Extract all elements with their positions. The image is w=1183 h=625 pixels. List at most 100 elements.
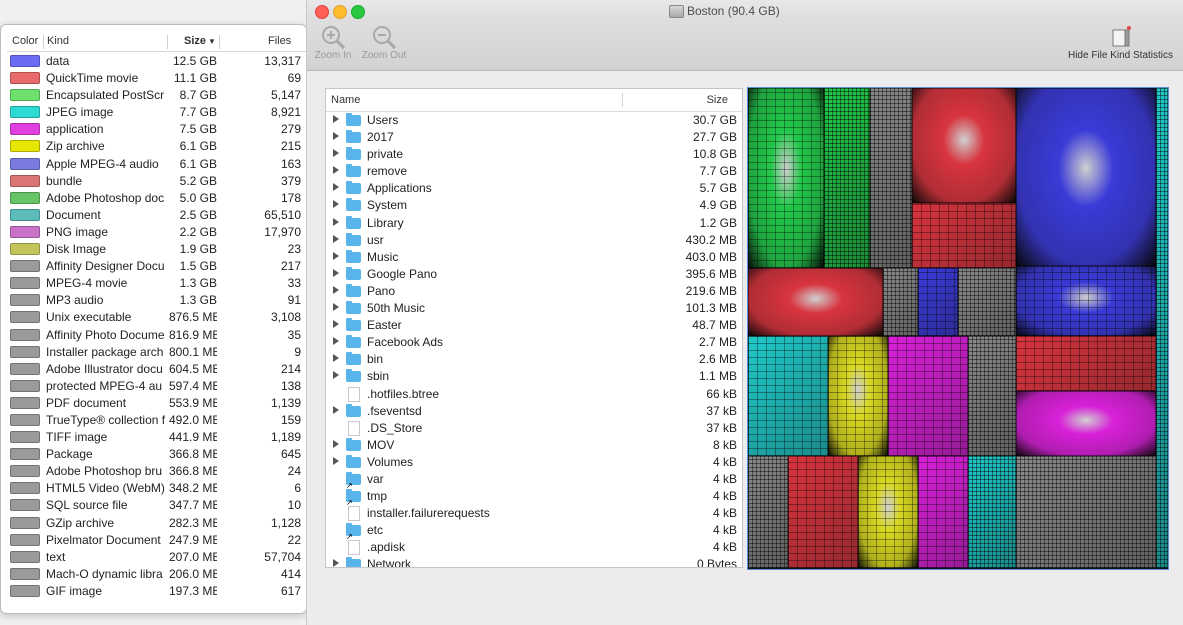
kind-color-swatch[interactable] [10,413,40,426]
treemap-block[interactable] [870,88,912,268]
disclosure-triangle-icon[interactable] [333,285,339,294]
disclosure-triangle-icon[interactable] [333,405,339,414]
treemap-block[interactable] [1016,456,1156,568]
kind-color-swatch[interactable] [10,89,40,102]
kind-color-swatch[interactable] [10,379,40,392]
kind-color-swatch[interactable] [10,431,40,444]
disclosure-triangle-icon[interactable] [333,559,339,567]
kind-color-swatch[interactable] [10,140,40,153]
kind-color-swatch[interactable] [10,55,40,67]
minimize-window-button[interactable] [333,5,347,19]
treemap-block[interactable] [958,268,1016,336]
kind-color-swatch[interactable] [10,465,40,478]
treemap-block[interactable] [1016,391,1156,456]
file-row[interactable]: .hotfiles.btree 66 kB [326,386,742,403]
hide-file-kind-statistics-button[interactable]: Hide File Kind Statistics [1063,22,1178,61]
disclosure-triangle-icon[interactable] [333,115,339,123]
zoom-out-button[interactable]: Zoom Out [359,22,409,61]
treemap-block[interactable] [748,268,883,336]
kind-row[interactable]: SQL source file 347.7 MB 10 [7,497,306,514]
kind-row[interactable]: GIF image 197.3 MB 617 [7,583,306,600]
treemap-block[interactable] [918,456,968,568]
kind-row[interactable]: JPEG image 7.7 GB 8,921 [7,104,306,121]
kind-row[interactable]: application 7.5 GB 279 [7,121,306,138]
kind-row[interactable]: data 12.5 GB 13,317 [7,53,306,70]
treemap-block[interactable] [1016,336,1156,391]
kind-color-swatch[interactable] [10,345,40,358]
disclosure-triangle-icon[interactable] [333,200,339,209]
kind-row[interactable]: TrueType® collection f 492.0 MB 159 [7,412,306,429]
kind-row[interactable]: Disk Image 1.9 GB 23 [7,241,306,258]
treemap-block[interactable] [883,268,918,336]
kind-row[interactable]: MPEG-4 movie 1.3 GB 33 [7,275,306,292]
kind-color-swatch[interactable] [10,243,40,256]
kind-color-swatch[interactable] [10,567,40,580]
column-header-color[interactable]: Color [12,35,38,47]
kind-row[interactable]: bundle 5.2 GB 379 [7,173,306,190]
disclosure-triangle-icon[interactable] [333,166,339,175]
file-row[interactable]: Facebook Ads 2.7 MB [326,334,742,351]
kind-row[interactable]: Zip archive 6.1 GB 215 [7,138,306,155]
kind-color-swatch[interactable] [10,311,40,324]
file-row[interactable]: .apdisk 4 kB [326,539,742,556]
column-header-size[interactable]: Size ▼ [184,35,216,47]
treemap-block[interactable] [748,336,828,456]
kind-color-swatch[interactable] [10,482,40,495]
kind-color-swatch[interactable] [10,225,40,238]
kind-color-swatch[interactable] [10,294,40,307]
treemap-block[interactable] [912,203,1016,268]
kind-color-swatch[interactable] [10,174,40,187]
kind-color-swatch[interactable] [10,533,40,546]
file-row[interactable]: private 10.8 GB [326,146,742,163]
kind-color-swatch[interactable] [10,396,40,409]
file-row[interactable]: usr 430.2 MB [326,232,742,249]
disclosure-triangle-icon[interactable] [333,183,339,192]
kind-row[interactable]: protected MPEG-4 au 597.4 MB 138 [7,378,306,395]
disclosure-triangle-icon[interactable] [333,337,339,346]
kind-color-swatch[interactable] [10,516,40,529]
file-row[interactable]: remove 7.7 GB [326,163,742,180]
file-row[interactable]: .fseventsd 37 kB [326,403,742,420]
treemap-block[interactable] [918,268,958,336]
disclosure-triangle-icon[interactable] [333,251,339,260]
kind-row[interactable]: Adobe Photoshop bru 366.8 MB 24 [7,463,306,480]
kind-row[interactable]: MP3 audio 1.3 GB 91 [7,292,306,309]
title-bar[interactable]: Boston (90.4 GB) [307,0,1183,22]
file-row[interactable]: MOV 8 kB [326,437,742,454]
treemap-block[interactable] [912,88,1016,203]
disclosure-triangle-icon[interactable] [333,149,339,158]
file-row[interactable]: Volumes 4 kB [326,454,742,471]
treemap-block[interactable] [788,456,858,568]
file-row[interactable]: ↗ etc 4 kB [326,522,742,541]
kind-row[interactable]: Document 2.5 GB 65,510 [7,207,306,224]
kind-color-swatch[interactable] [10,72,40,85]
file-row[interactable]: 2017 27.7 GB [326,129,742,146]
kind-row[interactable]: Pixelmator Document 247.9 MB 22 [7,532,306,549]
file-row[interactable]: sbin 1.1 MB [326,368,742,385]
file-row[interactable]: bin 2.6 MB [326,351,742,368]
disclosure-triangle-icon[interactable] [333,234,339,243]
kind-row[interactable]: Unix executable 876.5 MB 3,108 [7,309,306,326]
column-header-files[interactable]: Files [268,35,291,47]
treemap-block[interactable] [748,456,788,568]
column-header-size[interactable]: Size [707,94,728,106]
disclosure-triangle-icon[interactable] [333,439,339,448]
disclosure-triangle-icon[interactable] [333,320,339,329]
file-row[interactable]: Easter 48.7 MB [326,317,742,334]
kind-row[interactable]: HTML5 Video (WebM) 348.2 MB 6 [7,480,306,497]
disclosure-triangle-icon[interactable] [333,132,339,141]
treemap-block[interactable] [828,336,888,456]
disclosure-triangle-icon[interactable] [333,456,339,465]
file-row[interactable]: Music 403.0 MB [326,249,742,266]
kind-color-swatch[interactable] [10,106,40,119]
disclosure-triangle-icon[interactable] [333,303,339,312]
close-window-button[interactable] [315,5,329,19]
file-row[interactable]: Network 0 Bytes [326,556,742,567]
kind-row[interactable]: Affinity Photo Docume 816.9 MB 35 [7,327,306,344]
treemap-block[interactable] [858,456,918,568]
treemap-block[interactable] [1016,266,1156,336]
kind-row[interactable]: QuickTime movie 11.1 GB 69 [7,70,306,87]
kind-row[interactable]: Adobe Photoshop doc 5.0 GB 178 [7,190,306,207]
kind-color-swatch[interactable] [10,362,40,375]
file-row[interactable]: Google Pano 395.6 MB [326,266,742,283]
